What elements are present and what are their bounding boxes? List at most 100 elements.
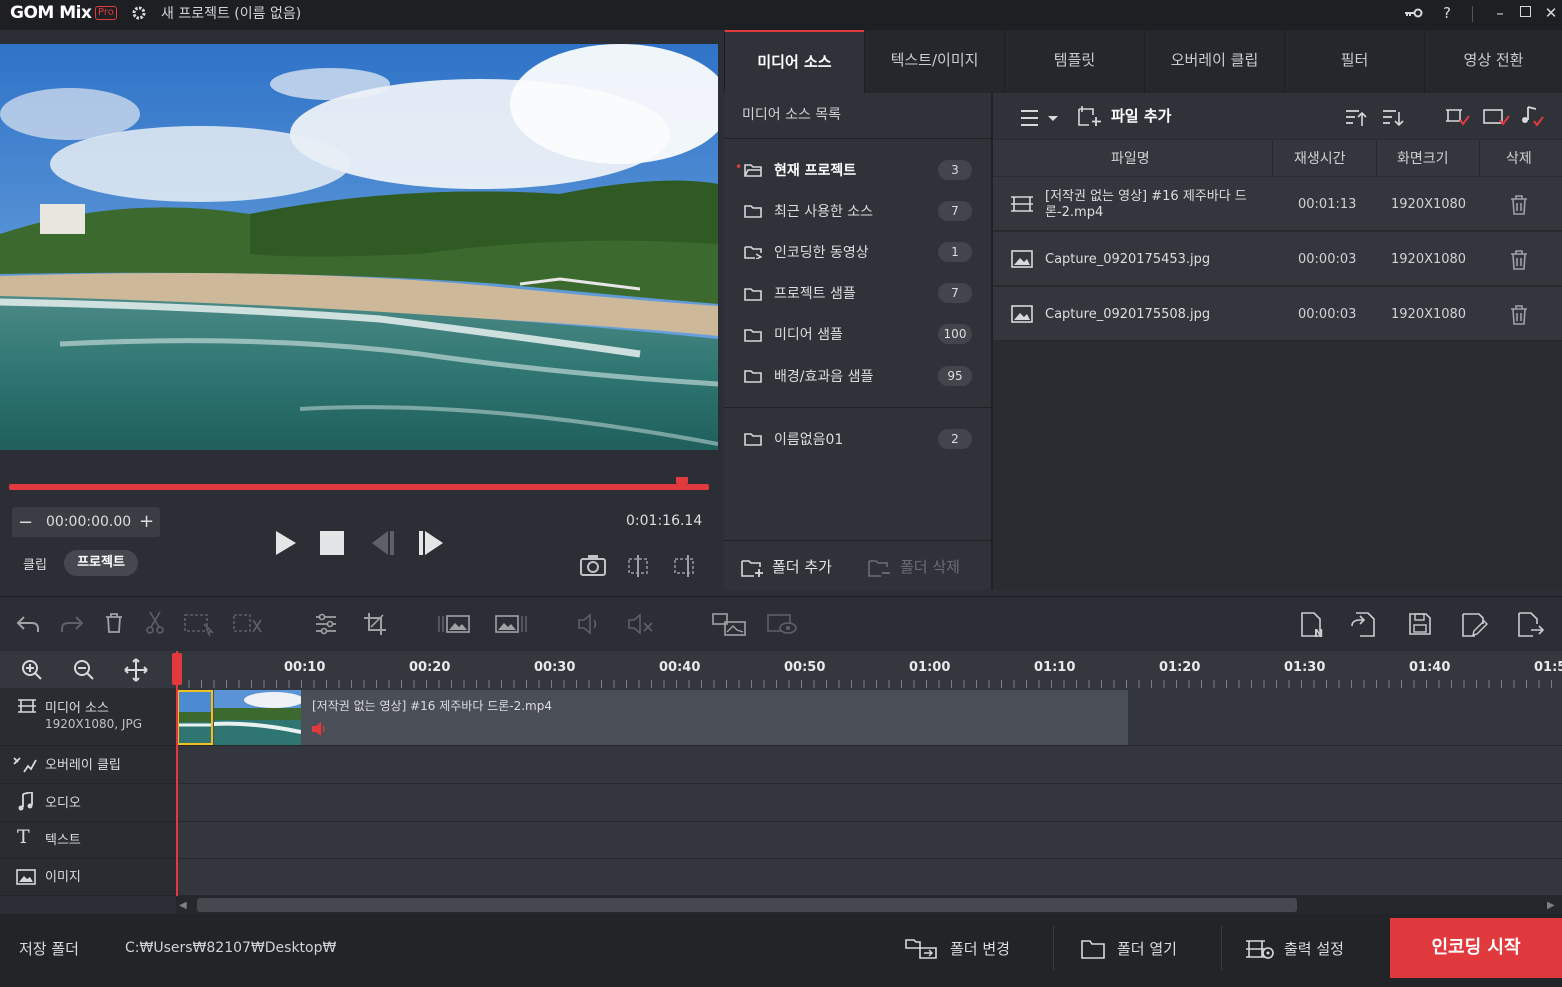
file-name: [저작권 없는 영상] #16 제주바다 드 론-2.mp4 [1045,189,1275,221]
snapshot-camera-icon[interactable] [580,554,606,576]
trash-icon[interactable] [1510,195,1528,215]
filter-audio-icon[interactable] [1520,105,1544,127]
new-project-icon[interactable]: N [1300,612,1328,638]
clip-mode-button[interactable]: 클립 [23,554,47,573]
delete-folder-icon [868,560,890,577]
change-folder-icon [905,939,937,959]
tab-filter[interactable]: 필터 [1284,30,1424,93]
crop-icon[interactable] [363,612,387,636]
adjust-sliders-icon[interactable] [314,612,338,636]
seek-handle[interactable] [675,476,689,490]
image-clip-thumbnail[interactable] [214,690,301,745]
column-resolution[interactable]: 화면크기 [1397,148,1449,168]
encode-start-button[interactable]: 인코딩 시작 [1390,918,1562,978]
filter-image-icon[interactable] [1482,107,1510,127]
change-folder-button[interactable]: 폴더 변경 [950,938,1010,959]
ruler-label: 00:30 [534,660,576,675]
tab-transition[interactable]: 영상 전환 [1424,30,1562,93]
save-project-icon[interactable] [1408,612,1432,636]
track-name: 이미지 [45,870,81,885]
column-duration[interactable]: 재생시간 [1294,148,1346,168]
save-as-icon[interactable] [1461,612,1489,638]
sort-down-icon[interactable] [1382,108,1404,128]
cut-icon[interactable] [145,610,165,636]
add-file-button[interactable]: 파일 추가 [1111,105,1171,126]
image-left-icon[interactable] [437,612,473,636]
output-settings-button[interactable]: 출력 설정 [1284,938,1344,959]
seek-bar[interactable] [9,484,709,490]
preview-clip-icon[interactable] [766,612,798,636]
close-icon[interactable]: ✕ [1540,4,1562,22]
next-frame-icon[interactable] [417,530,445,556]
add-folder-button[interactable]: 폴더 추가 [772,556,832,577]
folder-name: 현재 프로젝트 [774,163,857,179]
sort-up-icon[interactable] [1345,108,1367,128]
column-delete: 삭제 [1506,151,1532,167]
scrollbar-thumb[interactable] [197,898,1297,912]
split-clip-icon[interactable] [626,554,650,578]
key-icon[interactable] [1403,4,1425,22]
trim-clip-icon[interactable] [672,554,696,578]
track-name: 미디어 소스 [45,701,109,716]
play-icon[interactable] [274,530,298,556]
zoom-out-icon[interactable] [73,659,95,681]
delete-clip-icon[interactable] [105,612,123,634]
ruler-label: 01:10 [1034,660,1076,675]
cut-range-icon[interactable] [233,612,263,636]
undo-icon[interactable] [16,614,40,634]
folder-count: 2 [938,429,972,449]
mute-icon[interactable] [626,612,654,636]
open-project-icon[interactable] [1350,612,1376,638]
overlay-track[interactable] [176,746,1562,784]
time-decrement-button[interactable]: − [18,512,33,533]
open-folder-button[interactable]: 폴더 열기 [1117,938,1177,959]
tab-text-image[interactable]: 텍스트/이미지 [864,30,1004,93]
image-track[interactable] [176,859,1562,896]
tab-overlay-clip[interactable]: 오버레이 클립 [1144,30,1284,93]
tab-media-source[interactable]: 미디어 소스 [724,30,864,93]
video-preview [0,44,718,450]
delete-folder-button[interactable]: 폴더 삭제 [900,556,960,577]
trash-icon[interactable] [1510,305,1528,325]
column-divider [1376,140,1377,176]
export-project-icon[interactable] [1517,612,1545,638]
replace-clip-icon[interactable] [711,612,747,636]
column-filename[interactable]: 파일명 [1111,148,1150,168]
scroll-right-arrow[interactable]: ▶ [1547,900,1555,911]
file-table-header [993,140,1562,176]
project-mode-button[interactable]: 프로젝트 [64,550,138,576]
stop-icon[interactable] [320,531,344,555]
select-range-icon[interactable] [184,612,216,636]
menu-list-icon[interactable] [1020,108,1062,128]
maximize-icon[interactable] [1520,6,1531,17]
prev-frame-icon[interactable] [368,530,396,556]
volume-icon[interactable] [576,612,604,636]
text-track[interactable] [176,822,1562,859]
clip-audio-icon [312,722,325,736]
ruler-label: 01:40 [1409,660,1451,675]
trash-icon[interactable] [1510,250,1528,270]
track-name: 오버레이 클립 [45,758,121,773]
audio-track[interactable] [176,784,1562,822]
fit-timeline-icon[interactable] [124,658,148,682]
overlay-track-icon [13,757,37,773]
settings-gear-icon[interactable] [130,4,148,22]
minimize-icon[interactable]: – [1489,4,1511,22]
folder-icon [744,288,762,301]
folder-name: 이름없음01 [774,432,844,448]
zoom-in-icon[interactable] [21,659,43,681]
time-increment-button[interactable]: + [139,511,154,532]
list-divider [724,540,991,541]
help-icon[interactable]: ? [1436,4,1458,22]
image-clip-selected[interactable] [177,690,213,745]
tab-template[interactable]: 템플릿 [1004,30,1144,93]
folder-count: 1 [938,242,972,262]
folder-count: 95 [938,366,972,386]
redo-icon[interactable] [60,614,84,634]
scroll-left-arrow[interactable]: ◀ [179,900,187,911]
filter-video-icon[interactable] [1444,107,1470,127]
app-logo: GOM Mix [10,3,92,23]
file-duration: 00:00:03 [1298,307,1357,322]
current-time-field[interactable]: 00:00:00.00 [46,514,131,530]
image-right-icon[interactable] [494,612,530,636]
